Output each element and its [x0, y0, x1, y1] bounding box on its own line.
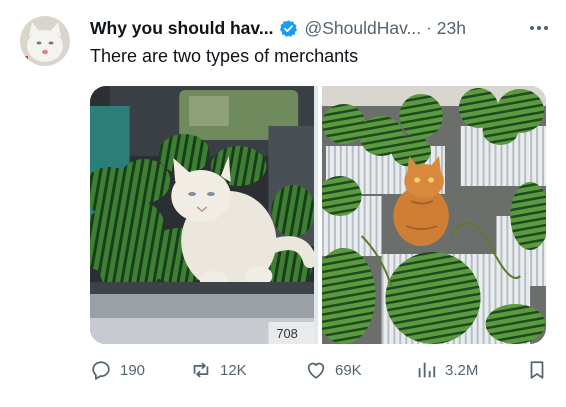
repost-count: 12K [220, 361, 247, 379]
tweet-actions: 190 12K 69K 3.2M [90, 350, 550, 390]
views-count: 3.2M [445, 361, 479, 379]
like-count: 69K [335, 361, 362, 379]
verified-badge-icon [280, 19, 298, 37]
svg-text:708: 708 [276, 326, 297, 341]
tweet-text: There are two types of merchants [90, 46, 359, 66]
author-handle[interactable]: @ShouldHav... [304, 18, 421, 39]
bookmark-icon [530, 361, 544, 379]
repost-icon [193, 362, 209, 378]
photo-orange-cat-with-baskets-icon[interactable] [321, 86, 546, 344]
tweet-media[interactable]: 708 [90, 86, 546, 344]
avatar[interactable] [20, 16, 70, 66]
heart-icon [307, 362, 325, 379]
views-button[interactable]: 3.2M [415, 350, 478, 390]
like-button[interactable]: 69K [305, 350, 362, 390]
photo-cat-in-car-trunk-icon[interactable]: 708 [90, 86, 315, 344]
separator-dot: · [426, 18, 432, 37]
reply-count: 190 [120, 361, 146, 379]
tweet-timestamp[interactable]: 23h [437, 18, 466, 39]
bookmark-button[interactable] [526, 350, 556, 390]
repost-button[interactable]: 12K [190, 350, 247, 390]
author-display-name[interactable]: Why you should hav... [90, 18, 273, 39]
white-cat-avatar-icon [20, 16, 70, 66]
views-chart-icon [418, 362, 436, 378]
more-options-icon[interactable] [528, 18, 550, 38]
reply-button[interactable]: 190 [90, 350, 145, 390]
reply-icon [92, 361, 110, 380]
tweet-header: Why you should hav... @ShouldHav... · 23… [90, 16, 550, 40]
